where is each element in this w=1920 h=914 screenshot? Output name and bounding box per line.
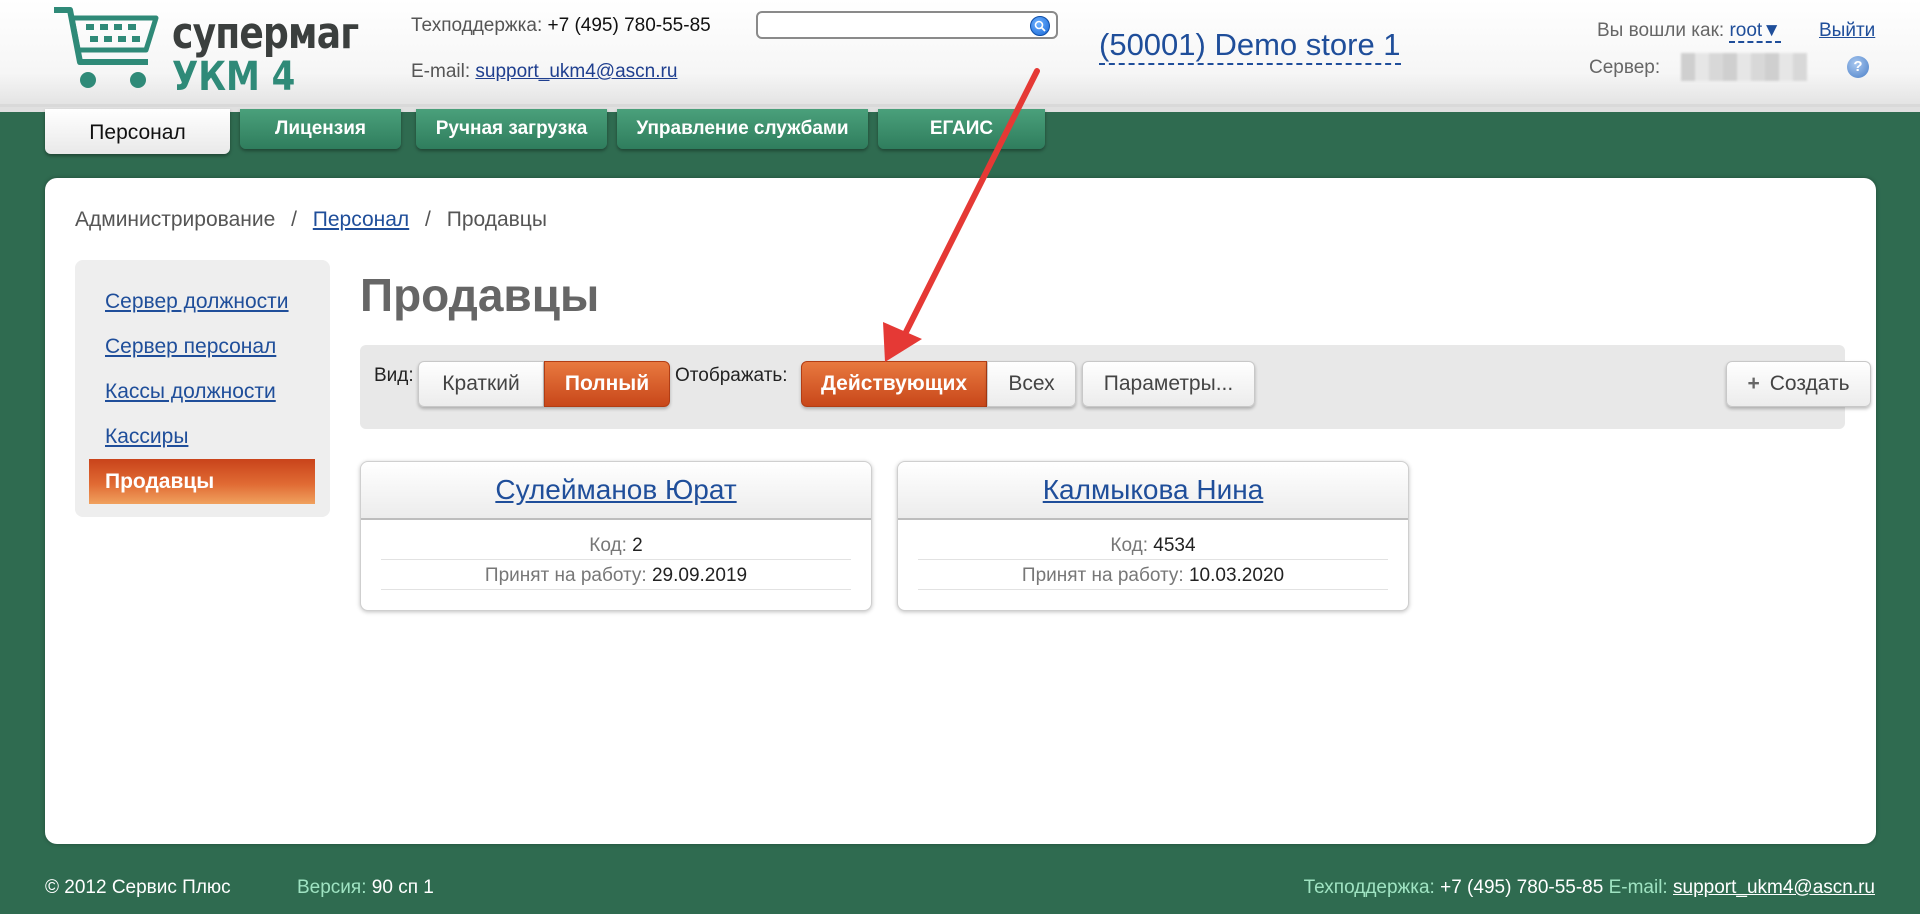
footer-support-label: Техподдержка: bbox=[1303, 877, 1435, 898]
sidebar-item-label[interactable]: Кассиры bbox=[105, 425, 188, 448]
create-button[interactable]: + Создать bbox=[1726, 361, 1871, 407]
logo-text-secondary: УКМ 4 bbox=[172, 54, 296, 100]
footer-email-label: E-mail: bbox=[1608, 877, 1668, 898]
help-icon[interactable]: ? bbox=[1847, 56, 1869, 78]
sidebar-item-server-staff[interactable]: Сервер персонал bbox=[89, 324, 315, 369]
breadcrumb-current: Продавцы bbox=[446, 208, 547, 231]
hired-label: Принят на работу: bbox=[484, 565, 647, 586]
show-all-button[interactable]: Всех bbox=[987, 361, 1076, 407]
footer-version: Версия: 90 сп 1 bbox=[297, 877, 434, 899]
user-menu[interactable]: root▼ bbox=[1729, 20, 1782, 43]
breadcrumb-root: Администрирование bbox=[75, 208, 276, 231]
code-value: 4534 bbox=[1153, 535, 1196, 556]
tab-license[interactable]: Лицензия bbox=[240, 109, 401, 149]
view-full-button[interactable]: Полный bbox=[544, 361, 670, 407]
version-label: Версия: bbox=[297, 877, 367, 898]
parameters-button[interactable]: Параметры... bbox=[1082, 361, 1255, 407]
sidebar-item-label[interactable]: Сервер должности bbox=[105, 290, 289, 313]
content-panel: Администрирование / Персонал / Продавцы … bbox=[45, 178, 1876, 844]
seller-hired-row: Принят на работу: 10.03.2020 bbox=[918, 560, 1388, 590]
header-support-email: E-mail: support_ukm4@ascn.ru bbox=[411, 61, 677, 83]
sidebar-item-sellers[interactable]: Продавцы bbox=[89, 459, 315, 504]
hired-value: 29.09.2019 bbox=[651, 565, 748, 586]
store-selector[interactable]: (50001) Demo store 1 bbox=[1099, 27, 1401, 65]
seller-card: Сулейманов Юрат Код: 2 Принят на работу:… bbox=[360, 461, 872, 611]
seller-code-row: Код: 2 bbox=[381, 530, 851, 560]
email-label: E-mail: bbox=[411, 61, 471, 82]
search-input[interactable] bbox=[756, 11, 1058, 39]
app-header: супермаг УКМ 4 Техподдержка: +7 (495) 78… bbox=[0, 0, 1920, 112]
code-value: 2 bbox=[632, 535, 643, 556]
sidebar-item-cashiers[interactable]: Кассиры bbox=[89, 414, 315, 459]
tab-personnel[interactable]: Персонал bbox=[45, 109, 230, 154]
code-label: Код: bbox=[589, 535, 627, 556]
user-name: root bbox=[1729, 20, 1763, 41]
support-email-link[interactable]: support_ukm4@ascn.ru bbox=[475, 61, 677, 82]
show-label: Отображать: bbox=[675, 365, 788, 386]
logged-in-label: Вы вошли как: bbox=[1597, 20, 1725, 41]
page-title: Продавцы bbox=[360, 269, 600, 321]
support-label: Техподдержка: bbox=[411, 15, 543, 36]
plus-icon: + bbox=[1747, 372, 1760, 395]
server-label: Сервер: bbox=[1589, 57, 1661, 78]
filter-toolbar: Вид: Краткий Полный Отображать: Действую… bbox=[360, 345, 1871, 429]
sidebar-item-label: Продавцы bbox=[105, 470, 215, 493]
sidebar-item-label[interactable]: Сервер персонал bbox=[105, 335, 276, 358]
hired-value: 10.03.2020 bbox=[1188, 565, 1285, 586]
version-value: 90 сп 1 bbox=[371, 877, 434, 898]
shopping-cart-icon bbox=[54, 7, 159, 88]
sidebar-item-server-positions[interactable]: Сервер должности bbox=[89, 279, 315, 324]
code-label: Код: bbox=[1110, 535, 1149, 556]
logo-text-primary: супермаг bbox=[172, 8, 359, 59]
seller-name-link[interactable]: Сулейманов Юрат bbox=[495, 474, 736, 505]
footer-copyright: © 2012 Сервис Плюс bbox=[45, 877, 231, 898]
search-icon bbox=[1034, 20, 1046, 32]
breadcrumb-personnel-link[interactable]: Персонал bbox=[313, 208, 409, 231]
sidebar-item-pos-positions[interactable]: Кассы должности bbox=[89, 369, 315, 414]
view-label: Вид: bbox=[374, 365, 414, 386]
seller-card-header: Калмыкова Нина bbox=[898, 462, 1408, 520]
sidebar-item-label[interactable]: Кассы должности bbox=[105, 380, 276, 403]
breadcrumb-separator: / bbox=[291, 208, 297, 231]
seller-hired-row: Принят на работу: 29.09.2019 bbox=[381, 560, 851, 590]
server-value-redacted bbox=[1681, 53, 1807, 81]
hired-label: Принят на работу: bbox=[1021, 565, 1184, 586]
create-button-label: Создать bbox=[1769, 372, 1850, 395]
seller-card: Калмыкова Нина Код: 4534 Принят на работ… bbox=[897, 461, 1409, 611]
tab-service-management[interactable]: Управление службами bbox=[617, 109, 868, 149]
footer-support: Техподдержка: +7 (495) 780-55-85 E-mail:… bbox=[1304, 877, 1875, 899]
footer-support-phone: +7 (495) 780-55-85 bbox=[1440, 877, 1604, 898]
seller-card-header: Сулейманов Юрат bbox=[361, 462, 871, 520]
breadcrumb-separator: / bbox=[425, 208, 431, 231]
chevron-down-icon: ▼ bbox=[1762, 20, 1782, 41]
tab-manual-upload[interactable]: Ручная загрузка bbox=[416, 109, 607, 149]
tab-egais[interactable]: ЕГАИС bbox=[878, 109, 1045, 149]
view-short-button[interactable]: Краткий bbox=[418, 361, 544, 407]
seller-code-row: Код: 4534 bbox=[918, 530, 1388, 560]
show-active-button[interactable]: Действующих bbox=[801, 361, 987, 407]
header-support-phone: Техподдержка: +7 (495) 780-55-85 bbox=[411, 15, 711, 37]
sidebar: Сервер должности Сервер персонал Кассы д… bbox=[75, 260, 330, 517]
support-phone-value: +7 (495) 780-55-85 bbox=[547, 15, 711, 36]
footer-email-link[interactable]: support_ukm4@ascn.ru bbox=[1673, 877, 1875, 898]
logged-in-as: Вы вошли как: root▼ bbox=[1597, 20, 1782, 43]
breadcrumb: Администрирование / Персонал / Продавцы bbox=[75, 208, 547, 232]
seller-name-link[interactable]: Калмыкова Нина bbox=[1043, 474, 1264, 505]
logout-link[interactable]: Выйти bbox=[1819, 20, 1875, 42]
logo[interactable]: супермаг УКМ 4 bbox=[52, 4, 359, 100]
search-button[interactable] bbox=[1030, 16, 1050, 36]
